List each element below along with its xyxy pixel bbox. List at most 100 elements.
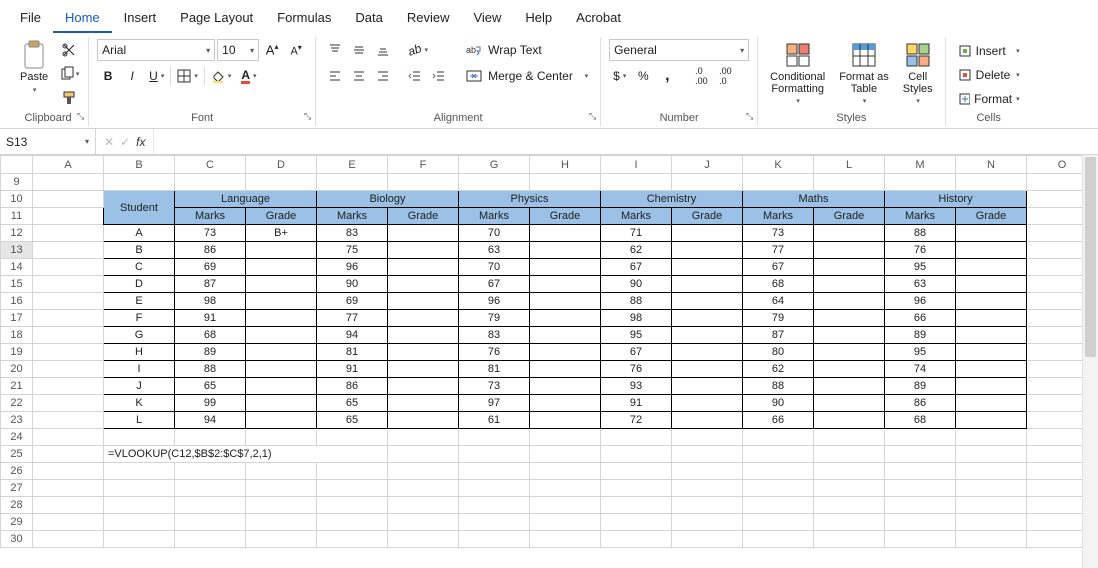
cell[interactable] bbox=[814, 480, 885, 497]
cell[interactable] bbox=[814, 531, 885, 548]
cell[interactable] bbox=[956, 310, 1027, 327]
cell[interactable]: 76 bbox=[459, 344, 530, 361]
cell[interactable]: 98 bbox=[175, 293, 246, 310]
font-color-button[interactable]: A▾ bbox=[237, 65, 260, 87]
tab-help[interactable]: Help bbox=[513, 4, 564, 33]
cell[interactable] bbox=[672, 310, 743, 327]
cell[interactable] bbox=[885, 497, 956, 514]
cell[interactable]: 66 bbox=[885, 310, 956, 327]
cell[interactable] bbox=[33, 310, 104, 327]
decrease-font-button[interactable]: A▾ bbox=[285, 39, 307, 61]
cell[interactable] bbox=[601, 174, 672, 191]
cell[interactable] bbox=[33, 208, 104, 225]
cell[interactable]: J bbox=[104, 378, 175, 395]
cell[interactable] bbox=[814, 378, 885, 395]
cell[interactable]: C bbox=[104, 259, 175, 276]
cell[interactable] bbox=[246, 497, 317, 514]
cell[interactable] bbox=[672, 429, 743, 446]
cell[interactable] bbox=[956, 480, 1027, 497]
cell[interactable]: 81 bbox=[459, 361, 530, 378]
cell[interactable] bbox=[530, 276, 601, 293]
cell[interactable] bbox=[388, 225, 459, 242]
cut-button[interactable] bbox=[58, 39, 80, 61]
cell[interactable] bbox=[104, 174, 175, 191]
cell[interactable] bbox=[175, 497, 246, 514]
cell[interactable] bbox=[672, 242, 743, 259]
cell[interactable]: 63 bbox=[885, 276, 956, 293]
column-header[interactable]: L bbox=[814, 156, 885, 174]
conditional-formatting-button[interactable]: Conditional Formatting▾ bbox=[766, 39, 829, 107]
cell[interactable] bbox=[388, 344, 459, 361]
cell[interactable] bbox=[814, 344, 885, 361]
cell[interactable]: 73 bbox=[743, 225, 814, 242]
cell[interactable] bbox=[459, 429, 530, 446]
cell[interactable] bbox=[530, 531, 601, 548]
row-header[interactable]: 20 bbox=[1, 361, 33, 378]
cell[interactable] bbox=[388, 531, 459, 548]
cell[interactable]: Marks bbox=[885, 208, 956, 225]
cell[interactable] bbox=[388, 276, 459, 293]
cell[interactable] bbox=[175, 174, 246, 191]
cell[interactable]: D bbox=[104, 276, 175, 293]
cell[interactable]: Marks bbox=[459, 208, 530, 225]
fx-icon[interactable]: fx bbox=[136, 135, 145, 149]
cell[interactable] bbox=[530, 327, 601, 344]
cell[interactable] bbox=[956, 429, 1027, 446]
cell[interactable] bbox=[601, 497, 672, 514]
cell[interactable]: Biology bbox=[317, 191, 459, 208]
cell[interactable] bbox=[459, 463, 530, 480]
cell[interactable]: 93 bbox=[601, 378, 672, 395]
cell[interactable] bbox=[601, 463, 672, 480]
cell[interactable] bbox=[33, 191, 104, 208]
row-header[interactable]: 13 bbox=[1, 242, 33, 259]
cell[interactable]: 94 bbox=[317, 327, 388, 344]
cell[interactable]: 95 bbox=[885, 259, 956, 276]
cell[interactable] bbox=[885, 480, 956, 497]
paste-button[interactable]: Paste▾ bbox=[16, 39, 52, 97]
cell[interactable] bbox=[33, 276, 104, 293]
cell[interactable] bbox=[388, 480, 459, 497]
cell[interactable] bbox=[956, 463, 1027, 480]
cell[interactable]: 95 bbox=[601, 327, 672, 344]
row-header[interactable]: 11 bbox=[1, 208, 33, 225]
cell[interactable] bbox=[388, 412, 459, 429]
cell[interactable] bbox=[743, 174, 814, 191]
cell[interactable] bbox=[885, 514, 956, 531]
cell[interactable] bbox=[175, 463, 246, 480]
row-header[interactable]: 23 bbox=[1, 412, 33, 429]
cell[interactable]: 88 bbox=[601, 293, 672, 310]
cell[interactable] bbox=[956, 361, 1027, 378]
increase-decimal-button[interactable]: .0.00 bbox=[690, 65, 712, 87]
italic-button[interactable]: I bbox=[121, 65, 143, 87]
orientation-button[interactable]: ab▾ bbox=[404, 39, 432, 61]
cell[interactable]: 76 bbox=[885, 242, 956, 259]
cell[interactable] bbox=[672, 259, 743, 276]
cell[interactable] bbox=[601, 531, 672, 548]
row-header[interactable]: 15 bbox=[1, 276, 33, 293]
row-header[interactable]: 10 bbox=[1, 191, 33, 208]
cell[interactable]: 64 bbox=[743, 293, 814, 310]
cell[interactable] bbox=[530, 480, 601, 497]
cell[interactable]: 70 bbox=[459, 225, 530, 242]
cell[interactable]: 79 bbox=[459, 310, 530, 327]
cell[interactable] bbox=[246, 259, 317, 276]
row-header[interactable]: 25 bbox=[1, 446, 33, 463]
cell[interactable]: 88 bbox=[885, 225, 956, 242]
cell[interactable] bbox=[814, 310, 885, 327]
cell[interactable]: Grade bbox=[814, 208, 885, 225]
cell[interactable]: Grade bbox=[388, 208, 459, 225]
cell[interactable] bbox=[33, 395, 104, 412]
cell[interactable]: =VLOOKUP(C12,$B$2:$C$7,2,1) bbox=[104, 446, 388, 463]
cell[interactable] bbox=[672, 225, 743, 242]
cell[interactable] bbox=[814, 293, 885, 310]
cell[interactable] bbox=[246, 293, 317, 310]
cell[interactable]: 69 bbox=[317, 293, 388, 310]
row-header[interactable]: 30 bbox=[1, 531, 33, 548]
cell[interactable]: 66 bbox=[743, 412, 814, 429]
column-header[interactable]: K bbox=[743, 156, 814, 174]
cell[interactable] bbox=[601, 429, 672, 446]
column-header[interactable]: C bbox=[175, 156, 246, 174]
cell[interactable]: Marks bbox=[601, 208, 672, 225]
cell[interactable]: 68 bbox=[175, 327, 246, 344]
column-header[interactable]: A bbox=[33, 156, 104, 174]
